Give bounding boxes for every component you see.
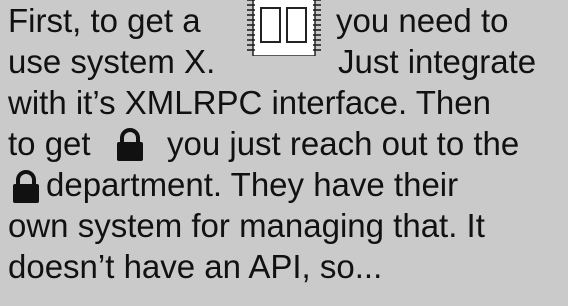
- chip-icon: [246, 0, 322, 62]
- text-line-7: doesn’t have an API, so...: [8, 248, 383, 285]
- text-line-4b: you just reach out to the: [167, 125, 520, 162]
- text-line-3: with it’s XMLRPC interface. Then: [8, 84, 491, 121]
- text-panel: First, to get a you need to use system X…: [0, 0, 568, 306]
- text-line-2a: use system X.: [8, 43, 216, 80]
- text-line-6: own system for managing that. It: [8, 207, 485, 244]
- padlock-icon-2: [12, 170, 40, 209]
- padlock-icon: [116, 128, 144, 167]
- text-line-4a: to get: [8, 125, 91, 162]
- text-line-2b: Just integrate: [338, 43, 537, 80]
- text-line-1a: First, to get a: [8, 2, 201, 39]
- text-line-1b: you need to: [336, 2, 509, 39]
- text-line-5: department. They have their: [46, 166, 459, 203]
